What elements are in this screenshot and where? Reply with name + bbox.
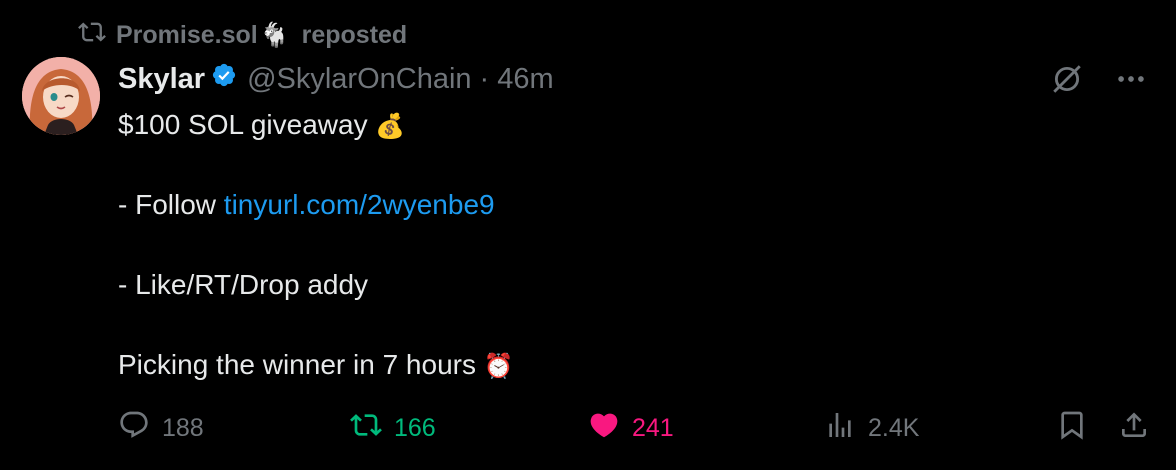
repost-user-link[interactable]: Promise.sol🐐 xyxy=(116,21,292,50)
goat-emoji: 🐐 xyxy=(259,21,290,49)
heart-icon xyxy=(588,409,620,448)
views-icon xyxy=(824,409,856,448)
reply-button[interactable]: 188 xyxy=(118,406,204,450)
money-bag-emoji: 💰 xyxy=(375,113,406,140)
tweet-line-2: - Follow tinyurl.com/2wyenbe9 xyxy=(118,189,495,220)
avatar[interactable] xyxy=(22,57,100,135)
like-count: 241 xyxy=(632,413,674,442)
tweet-body: $100 SOL giveaway 💰 - Follow tinyurl.com… xyxy=(118,105,1058,385)
repost-context: Promise.sol🐐 reposted xyxy=(78,18,407,52)
tweet-line-3: - Like/RT/Drop addy xyxy=(118,269,369,300)
bookmark-icon xyxy=(1056,409,1088,448)
views-count: 2.4K xyxy=(868,413,920,442)
author-handle[interactable]: @SkylarOnChain xyxy=(247,63,471,96)
alarm-clock-emoji: ⏰ xyxy=(483,353,514,380)
retweet-icon xyxy=(350,409,382,448)
verified-badge-icon xyxy=(205,62,247,96)
grok-icon[interactable] xyxy=(1050,62,1084,101)
tweet-line-1: $100 SOL giveaway 💰 xyxy=(118,109,406,140)
repost-label: reposted xyxy=(301,20,408,49)
bookmark-button[interactable] xyxy=(1056,406,1088,450)
tinyurl-link[interactable]: tinyurl.com/2wyenbe9 xyxy=(224,189,495,220)
share-button[interactable] xyxy=(1118,406,1150,450)
more-icon[interactable] xyxy=(1114,62,1148,101)
tweet-line-4: Picking the winner in 7 hours ⏰ xyxy=(118,349,514,380)
top-actions xyxy=(1050,62,1148,101)
reply-icon xyxy=(118,409,150,448)
author-name[interactable]: Skylar xyxy=(118,63,205,96)
timestamp[interactable]: 46m xyxy=(497,63,553,96)
retweet-button[interactable]: 166 xyxy=(350,406,436,450)
separator-dot: · xyxy=(479,62,490,95)
tweet-header: Skylar @SkylarOnChain · 46m xyxy=(118,58,554,100)
views-button[interactable]: 2.4K xyxy=(824,406,919,450)
reply-count: 188 xyxy=(162,413,204,442)
repost-icon xyxy=(78,18,106,53)
share-icon xyxy=(1118,409,1150,448)
action-bar: 188 166 241 2.4K xyxy=(118,406,1158,450)
retweet-count: 166 xyxy=(394,413,436,442)
like-button[interactable]: 241 xyxy=(588,406,674,450)
